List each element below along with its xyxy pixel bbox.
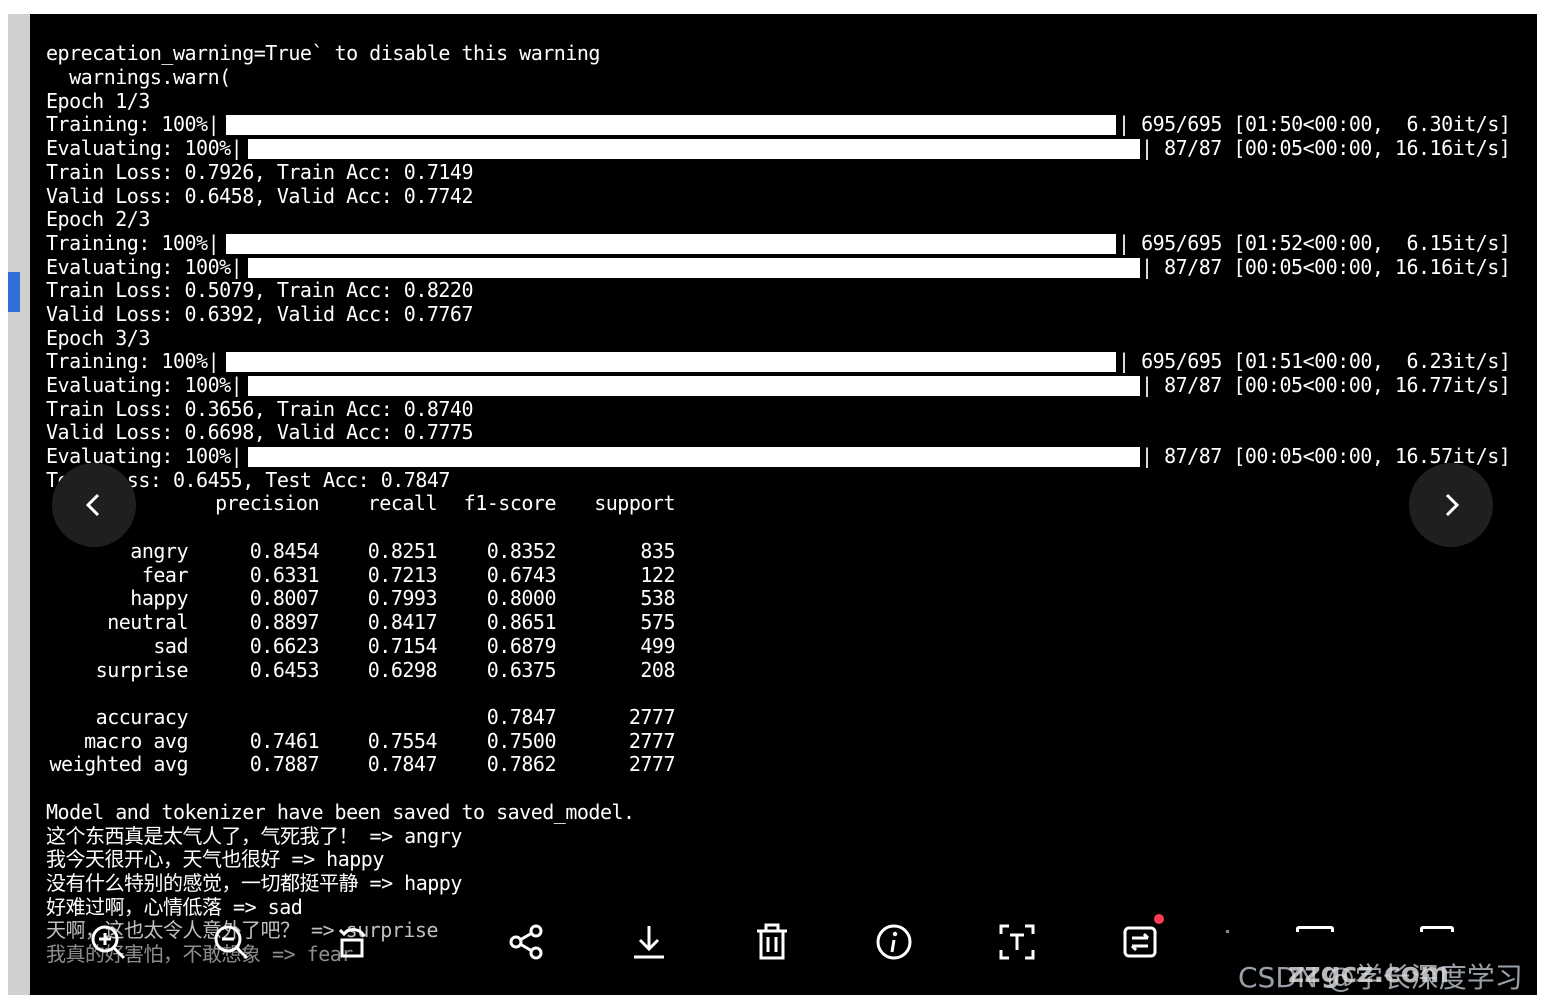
left-edge-marker [8, 272, 20, 312]
train-progress-bar [226, 115, 1116, 135]
text-recognize-icon [999, 924, 1035, 960]
train-progress-prefix: Training: 100%| [46, 231, 220, 255]
prediction-line: 我今天很开心，天气也很好 => happy [46, 847, 384, 871]
terminal-line: eprecation_warning=True` to disable this… [46, 41, 600, 65]
report-cell: 122 [640, 562, 675, 587]
translate-icon [1123, 926, 1157, 958]
report-cell: 2777 [628, 705, 676, 729]
text-recognize-button[interactable] [993, 918, 1041, 966]
prediction-line: 没有什么特别的感觉，一切都挺平静 => happy [46, 871, 462, 895]
valid-metrics: Valid Loss: 0.6392, Valid Acc: 0.7767 [46, 302, 474, 326]
eval-progress-suffix: | 87/87 [00:05<00:00, 16.16it/s] [1141, 255, 1511, 279]
report-cell: 208 [640, 657, 675, 682]
rotate-icon [338, 928, 366, 958]
eval-progress-prefix: Evaluating: 100%| [46, 444, 243, 468]
train-metrics: Train Loss: 0.5079, Train Acc: 0.8220 [46, 278, 474, 302]
prediction-line: 好难过啊，心情低落 => sad [46, 895, 303, 919]
eval-progress-prefix: Evaluating: 100%| [46, 136, 243, 160]
zoom-in-icon [91, 925, 126, 960]
delete-icon [757, 923, 787, 960]
chevron-left-icon [85, 493, 100, 517]
left-edge-strip [8, 14, 30, 995]
download-button[interactable] [625, 918, 673, 966]
download-icon [634, 926, 664, 959]
epoch-label: Epoch 2/3 [46, 207, 150, 231]
report-cell: 538 [640, 586, 675, 611]
share-icon [509, 924, 543, 960]
eval-progress-suffix: | 87/87 [00:05<00:00, 16.77it/s] [1141, 373, 1511, 397]
translate-button[interactable] [1116, 914, 1164, 966]
train-progress-suffix: | 695/695 [01:51<00:00, 6.23it/s] [1118, 349, 1511, 373]
eval-progress-bar [248, 258, 1140, 278]
train-progress-prefix: Training: 100%| [46, 112, 220, 136]
delete-button[interactable] [748, 918, 796, 966]
toolbar-overflow-icon [1420, 926, 1454, 932]
report-cell: 2777 [628, 752, 676, 777]
train-progress-suffix: | 695/695 [01:50<00:00, 6.30it/s] [1118, 112, 1511, 136]
eval-progress-prefix: Evaluating: 100%| [46, 373, 243, 397]
epoch-label: Epoch 3/3 [46, 326, 150, 350]
site-watermark: zzgcz.com [1288, 956, 1450, 989]
report-cell: 2777 [628, 728, 676, 753]
report-cell: 575 [640, 610, 675, 635]
toolbar-dot [1226, 930, 1229, 933]
valid-metrics: Valid Loss: 0.6698, Valid Acc: 0.7775 [46, 420, 474, 444]
notification-badge [1154, 914, 1164, 924]
zoom-in-button[interactable] [84, 918, 132, 966]
valid-metrics: Valid Loss: 0.6458, Valid Acc: 0.7742 [46, 184, 474, 208]
report-cell: 835 [640, 539, 675, 563]
train-progress-prefix: Training: 100%| [46, 349, 220, 373]
eval-progress-bar [248, 376, 1140, 396]
saved-message: Model and tokenizer have been saved to s… [46, 800, 635, 824]
zoom-out-button[interactable] [207, 918, 255, 966]
previous-image-button[interactable] [52, 463, 136, 547]
train-progress-bar [226, 234, 1116, 254]
test-eval-progress-bar [248, 447, 1140, 467]
info-icon [876, 924, 912, 960]
terminal-line: warnings.warn( [46, 65, 231, 89]
train-metrics: Train Loss: 0.3656, Train Acc: 0.8740 [46, 397, 474, 421]
report-summary-label: accuracy [95, 705, 189, 729]
share-button[interactable] [502, 918, 550, 966]
report-header: support [594, 491, 675, 515]
chevron-right-icon [1445, 493, 1460, 517]
rotate-button[interactable] [330, 918, 378, 966]
zoom-out-icon [214, 925, 249, 960]
train-progress-bar [226, 352, 1116, 372]
eval-progress-prefix: Evaluating: 100%| [46, 255, 243, 279]
toolbar-overflow-icon [1296, 926, 1334, 932]
eval-progress-bar [248, 139, 1140, 159]
next-image-button[interactable] [1409, 463, 1493, 547]
eval-progress-suffix: | 87/87 [00:05<00:00, 16.16it/s] [1141, 136, 1511, 160]
report-cell: 499 [640, 633, 675, 658]
prediction-line: 这个东西真是太气人了，气死我了！ => angry [46, 824, 462, 848]
train-metrics: Train Loss: 0.7926, Train Acc: 0.7149 [46, 160, 474, 184]
epoch-label: Epoch 1/3 [46, 89, 150, 113]
info-button[interactable] [870, 918, 918, 966]
train-progress-suffix: | 695/695 [01:52<00:00, 6.15it/s] [1118, 231, 1511, 255]
